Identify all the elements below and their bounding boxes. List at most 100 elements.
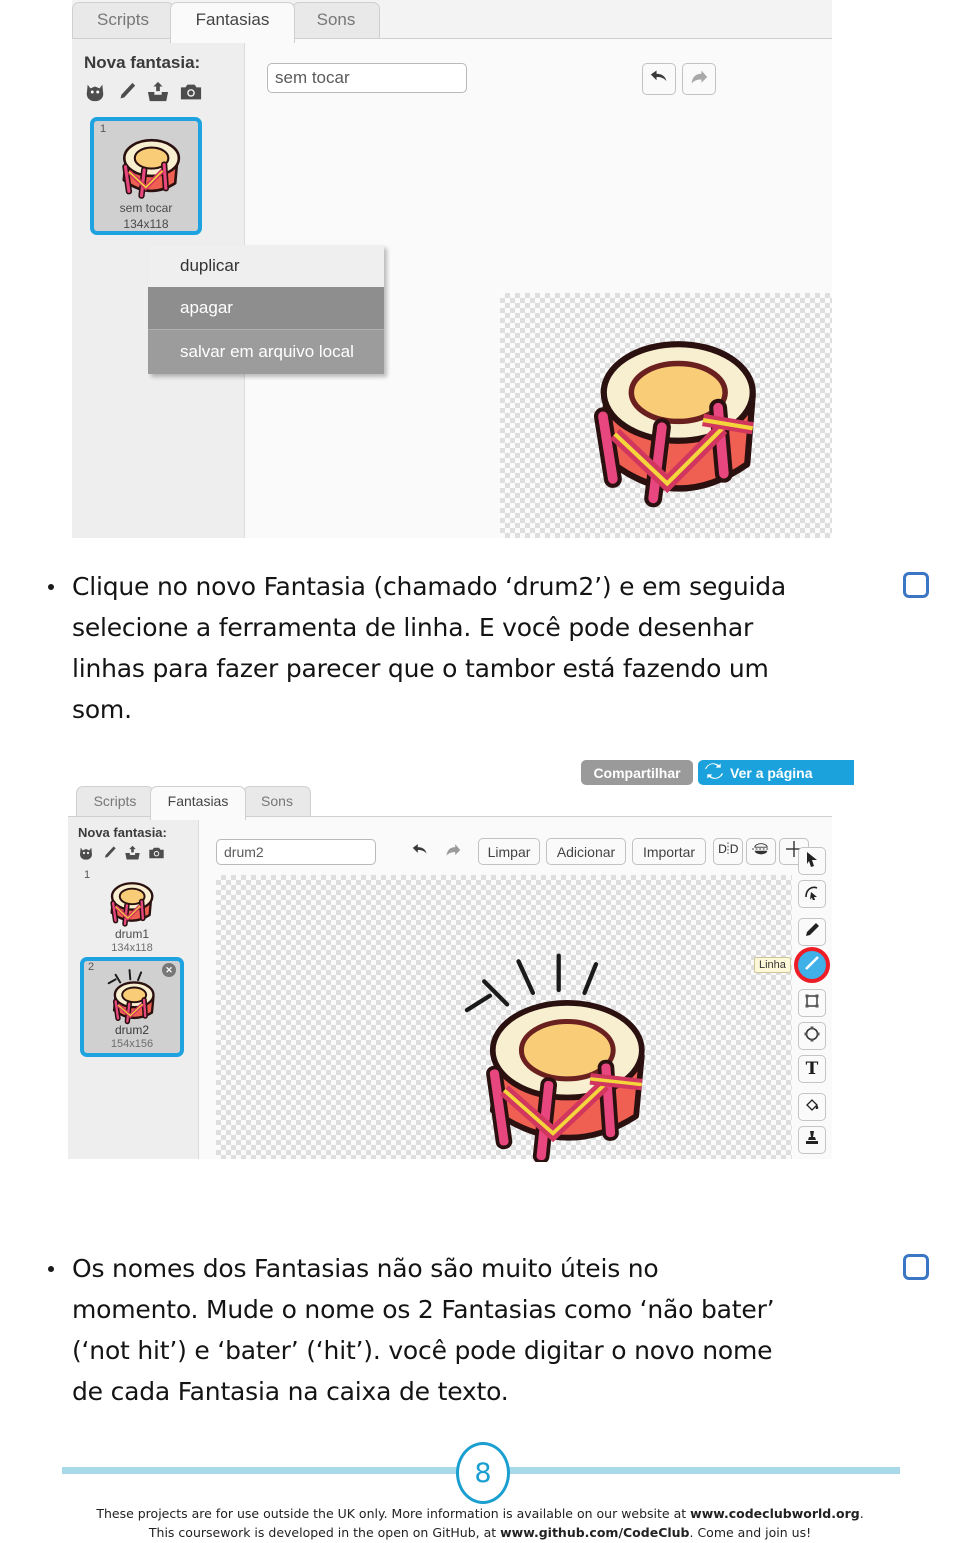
tab-label: Fantasias bbox=[167, 793, 229, 809]
undo-button-top[interactable] bbox=[642, 63, 676, 95]
tab-label: Fantasias bbox=[195, 10, 270, 29]
tab-sons[interactable]: Sons bbox=[292, 2, 380, 39]
tab-fantasias[interactable]: Fantasias bbox=[170, 2, 295, 43]
camera-icon[interactable] bbox=[179, 81, 203, 103]
bullet-point bbox=[48, 1266, 54, 1272]
instruction-line: Clique no novo Fantasia (chamado ‘drum2’… bbox=[72, 572, 787, 601]
context-item-label: salvar em arquivo local bbox=[180, 342, 354, 361]
upload-icon[interactable] bbox=[146, 81, 170, 103]
footer-link-codeclubworld[interactable]: www.codeclubworld.org bbox=[690, 1506, 860, 1521]
new-costume-title-bottom: Nova fantasia: bbox=[78, 825, 167, 840]
line-tool-tooltip: Linha bbox=[754, 957, 791, 973]
context-menu-item-duplicar[interactable]: duplicar bbox=[148, 245, 384, 287]
costume-index: 1 bbox=[84, 869, 91, 881]
share-button[interactable]: Compartilhar bbox=[581, 760, 693, 785]
costume-name: drum1 bbox=[114, 927, 149, 941]
tool-select-arrow[interactable] bbox=[798, 847, 826, 875]
tabbar-bottom: Scripts Fantasias Sons bbox=[68, 784, 832, 820]
costume-thumb-drum1[interactable]: 1 drum1 134x118 bbox=[80, 869, 184, 957]
footer-rule-left bbox=[62, 1467, 462, 1474]
context-menu-item-apagar[interactable]: apagar bbox=[148, 287, 384, 329]
instruction-line: (‘not hit’) e ‘bater’ (‘hit’). você pode… bbox=[72, 1336, 773, 1365]
instruction-line: de cada Fantasia na caixa de texto. bbox=[72, 1377, 509, 1406]
import-button[interactable]: Importar bbox=[632, 838, 706, 865]
footer-text-c: . bbox=[859, 1506, 864, 1521]
instruction-line: Os nomes dos Fantasias não são muito úte… bbox=[72, 1254, 659, 1283]
task-checkbox-2[interactable] bbox=[903, 1254, 929, 1280]
tab-sons-bottom[interactable]: Sons bbox=[243, 786, 311, 817]
undo-button-bottom[interactable] bbox=[405, 839, 435, 865]
tabbar-top: Scripts Fantasias Sons bbox=[72, 0, 832, 43]
editor-body-top: Nova fantasia: 1 sem tocar 134x118 sem t… bbox=[72, 38, 832, 538]
tool-rectangle[interactable] bbox=[798, 989, 826, 1017]
tab-scripts[interactable]: Scripts bbox=[72, 2, 174, 39]
costume-size: 134x118 bbox=[111, 942, 153, 954]
page-number-badge: 8 bbox=[456, 1442, 510, 1504]
task-checkbox-1[interactable] bbox=[903, 572, 929, 598]
footer-link-github[interactable]: www.github.com/CodeClub bbox=[500, 1525, 689, 1540]
flip-horizontal-button[interactable]: DD bbox=[713, 838, 743, 865]
svg-text:D: D bbox=[718, 842, 727, 856]
context-item-label: apagar bbox=[180, 298, 233, 317]
costume-index: 2 bbox=[88, 961, 95, 973]
ellipse-icon bbox=[804, 1026, 820, 1047]
tool-pencil[interactable] bbox=[798, 918, 826, 946]
context-menu-item-salvar[interactable]: salvar em arquivo local bbox=[148, 330, 384, 374]
tool-fill-bucket[interactable] bbox=[798, 1093, 826, 1121]
tool-stamp[interactable] bbox=[798, 1126, 826, 1154]
upload-icon[interactable] bbox=[124, 845, 141, 861]
clear-button[interactable]: Limpar bbox=[478, 838, 540, 865]
new-costume-icons-row-bottom bbox=[78, 845, 165, 861]
tab-label: Scripts bbox=[93, 793, 137, 809]
costume-thumb-1[interactable]: 1 sem tocar 134x118 bbox=[90, 117, 202, 235]
tab-fantasias-bottom[interactable]: Fantasias bbox=[150, 786, 246, 820]
redo-icon bbox=[689, 68, 709, 91]
costume-size: 134x118 bbox=[123, 217, 169, 231]
costume-name: drum2 bbox=[114, 1023, 149, 1037]
clear-label: Limpar bbox=[487, 843, 531, 860]
instruction-line: linhas para fazer parecer que o tambor e… bbox=[72, 654, 769, 683]
tool-text[interactable]: T bbox=[798, 1055, 826, 1083]
costume-thumb-drum2[interactable]: 2 ✕ drum2 154x156 bbox=[80, 957, 184, 1057]
flip-vertical-icon bbox=[751, 841, 771, 862]
view-page-label: Ver a página bbox=[730, 764, 813, 781]
fill-bucket-icon bbox=[804, 1097, 820, 1118]
camera-icon[interactable] bbox=[148, 845, 165, 861]
redo-button-bottom[interactable] bbox=[438, 839, 468, 865]
redo-icon bbox=[444, 842, 462, 863]
tool-ellipse[interactable] bbox=[798, 1022, 826, 1050]
tab-label: Sons bbox=[261, 793, 293, 809]
tab-scripts-bottom[interactable]: Scripts bbox=[76, 786, 154, 817]
tooltip-label: Linha bbox=[759, 959, 786, 971]
footer-text-c: . Come and join us! bbox=[689, 1525, 812, 1540]
svg-text:D: D bbox=[730, 842, 738, 856]
instruction-text-2: Os nomes dos Fantasias não são muito úte… bbox=[72, 1248, 882, 1412]
new-costume-icons-row bbox=[84, 81, 203, 103]
select-arrow-icon bbox=[805, 851, 819, 872]
costume-name-input-top[interactable]: sem tocar bbox=[267, 63, 467, 93]
footer-text-a: This coursework is developed in the open… bbox=[148, 1525, 501, 1540]
scratch-editor-screenshot-top: Scripts Fantasias Sons Nova fantasia: 1 … bbox=[72, 0, 832, 538]
instruction-text-1: Clique no novo Fantasia (chamado ‘drum2’… bbox=[72, 566, 872, 730]
scratch-editor-screenshot-bottom: Compartilhar Ver a página Scripts Fantas… bbox=[68, 758, 854, 1162]
drum-with-lines-artwork bbox=[464, 953, 645, 1162]
drum-thumbnail-icon bbox=[122, 138, 181, 199]
view-page-button[interactable]: Ver a página bbox=[698, 760, 854, 785]
footer-line-2: This coursework is developed in the open… bbox=[0, 1523, 960, 1543]
footer-rule-right bbox=[505, 1467, 900, 1474]
redo-button-top[interactable] bbox=[682, 63, 716, 95]
stamp-icon bbox=[804, 1130, 820, 1151]
drum-artwork-top bbox=[593, 341, 756, 508]
paint-brush-icon[interactable] bbox=[101, 845, 117, 861]
tool-reshape[interactable] bbox=[798, 880, 826, 908]
instruction-line: selecione a ferramenta de linha. E você … bbox=[72, 613, 754, 642]
undo-icon bbox=[411, 842, 429, 863]
costume-name-input-bottom[interactable]: drum2 bbox=[216, 839, 376, 865]
flip-vertical-button[interactable] bbox=[746, 838, 776, 865]
paint-brush-icon[interactable] bbox=[115, 81, 137, 103]
library-cat-icon[interactable] bbox=[78, 845, 94, 861]
costume-context-menu[interactable]: duplicar apagar salvar em arquivo local bbox=[148, 245, 384, 374]
library-cat-icon[interactable] bbox=[84, 81, 106, 103]
add-button[interactable]: Adicionar bbox=[546, 838, 626, 865]
tab-label: Sons bbox=[316, 10, 356, 29]
